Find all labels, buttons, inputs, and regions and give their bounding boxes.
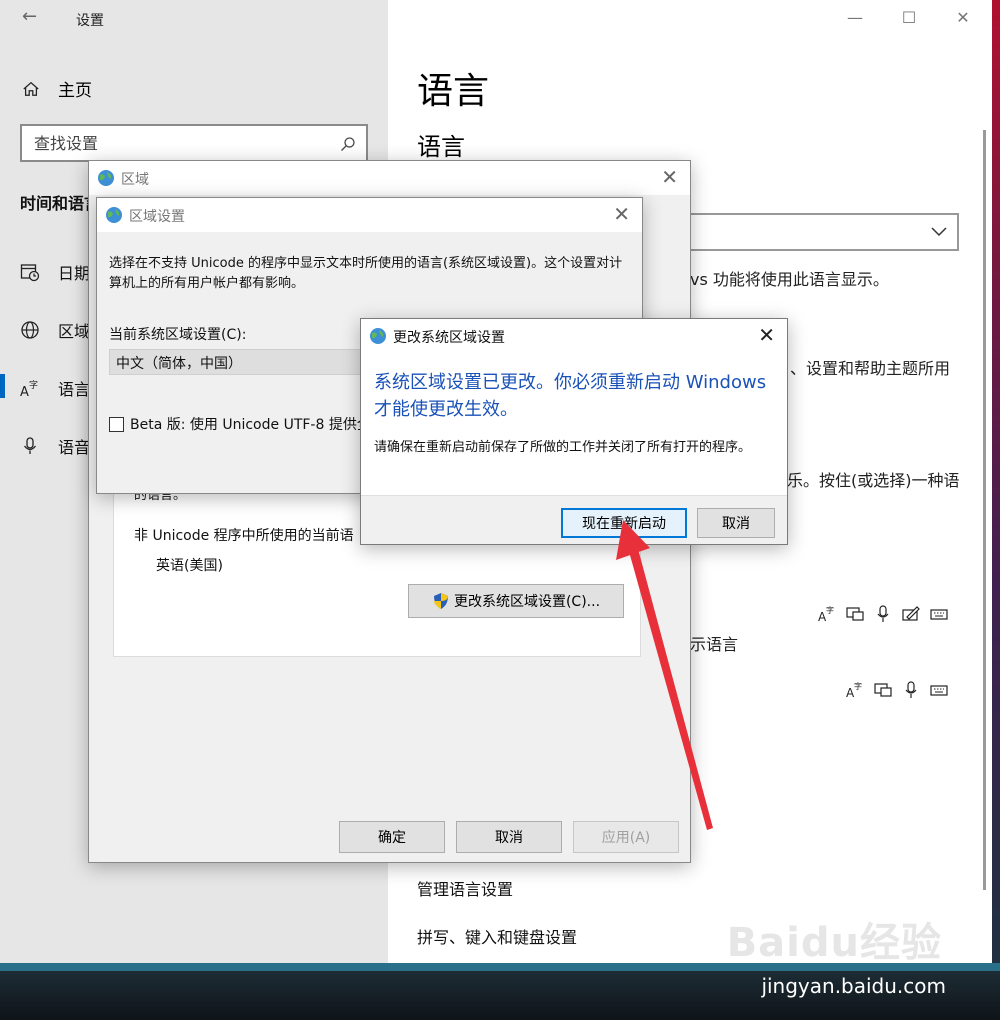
- selection-indicator: [0, 374, 5, 398]
- close-icon[interactable]: ✕: [661, 165, 678, 189]
- text-fragment: vs 功能将使用此语言显示。: [690, 270, 889, 289]
- handwriting-icon: [902, 606, 920, 621]
- calendar-clock-icon: [20, 264, 40, 282]
- close-icon[interactable]: ✕: [952, 8, 974, 27]
- baidu-logo: Baidu经验: [726, 920, 942, 966]
- link-spelling-typing[interactable]: 拼写、键入和键盘设置: [417, 924, 577, 948]
- dialog-titlebar: 区域 ✕: [89, 161, 690, 195]
- nav-item-region[interactable]: 区域: [20, 318, 90, 342]
- language-features: A字: [818, 605, 948, 623]
- beta-utf8-label: Beta 版: 使用 Unicode UTF-8 提供全: [130, 417, 371, 433]
- globe-icon: [21, 321, 39, 339]
- change-locale-button[interactable]: 更改系统区域设置(C)...: [408, 584, 624, 618]
- restart-message: 系统区域设置已更改。你必须重新启动 Windows 才能使更改生效。: [374, 372, 767, 420]
- language-features: A字: [846, 681, 948, 699]
- text-to-speech-icon: [874, 683, 892, 697]
- window-title: 设置: [76, 13, 104, 29]
- dialog-description: 选择在不支持 Unicode 的程序中显示文本时所使用的语言(系统区域设置)。这…: [109, 256, 623, 291]
- maximize-icon[interactable]: ☐: [898, 8, 920, 27]
- search-box[interactable]: [20, 124, 368, 162]
- chevron-down-icon: [931, 227, 947, 237]
- close-icon[interactable]: ✕: [613, 202, 630, 226]
- language-icon: A字: [20, 379, 38, 398]
- dialog-footer: 现在重新启动 取消: [361, 495, 787, 544]
- globe-icon: [106, 207, 122, 223]
- checkbox-box[interactable]: [109, 416, 124, 432]
- change-locale-label: 更改系统区域设置(C)...: [453, 594, 601, 610]
- nav-item-date[interactable]: 日期: [20, 260, 90, 284]
- dialog-titlebar: 更改系统区域设置 ✕: [361, 319, 787, 353]
- text-fragment: 示语言: [690, 635, 739, 654]
- link-manage-language[interactable]: 管理语言设置: [417, 876, 513, 900]
- back-arrow-icon[interactable]: ←: [22, 6, 37, 27]
- close-icon[interactable]: ✕: [758, 323, 775, 347]
- search-icon[interactable]: [340, 136, 356, 152]
- dialog-titlebar: 区域设置 ✕: [97, 198, 642, 232]
- svg-text:字: 字: [854, 681, 862, 691]
- svg-text:字: 字: [29, 379, 38, 391]
- scrollbar-thumb[interactable]: [983, 130, 986, 890]
- microphone-icon: [905, 681, 917, 698]
- restart-now-button[interactable]: 现在重新启动: [561, 508, 687, 538]
- dialog-body: 系统区域设置已更改。你必须重新启动 Windows 才能使更改生效。 请确保在重…: [361, 353, 787, 495]
- section-title: 语言: [417, 133, 465, 161]
- window-controls: — ☐ ✕: [844, 8, 974, 27]
- scrollbar[interactable]: [983, 120, 988, 960]
- display-language-icon: A字: [846, 681, 862, 699]
- microphone-icon: [23, 437, 37, 454]
- display-language-icon: A字: [818, 605, 834, 623]
- keyboard-icon: [930, 685, 948, 696]
- nav-home-label: 主页: [58, 81, 92, 101]
- apply-button[interactable]: 应用(A): [573, 821, 679, 853]
- nav-item-speech[interactable]: 语音: [20, 434, 90, 458]
- microphone-icon: [877, 605, 889, 622]
- search-input[interactable]: [34, 132, 324, 154]
- home-icon: [23, 81, 39, 96]
- watermark-url: jingyan.baidu.com: [761, 974, 946, 998]
- shield-icon: [433, 593, 448, 609]
- beta-utf8-checkbox[interactable]: Beta 版: 使用 Unicode UTF-8 提供全: [109, 414, 371, 434]
- cancel-button[interactable]: 取消: [456, 821, 562, 853]
- watermark: Baidu经验 jingyan.baidu.com: [726, 910, 946, 998]
- nav-item-label: 语音: [58, 438, 91, 457]
- svg-text:A: A: [20, 385, 29, 398]
- globe-icon: [98, 170, 114, 186]
- current-locale-label: 当前系统区域设置(C):: [109, 327, 247, 343]
- cancel-button[interactable]: 取消: [697, 508, 775, 538]
- minimize-icon[interactable]: —: [844, 8, 866, 27]
- current-locale-select[interactable]: 中文（简体，中国）: [109, 349, 379, 375]
- globe-icon: [370, 328, 386, 344]
- nav-item-label: 日期: [58, 264, 91, 283]
- keyboard-icon: [930, 609, 948, 620]
- dialog-title: 区域: [121, 172, 149, 188]
- change-locale-dialog: 更改系统区域设置 ✕ 系统区域设置已更改。你必须重新启动 Windows 才能使…: [360, 318, 788, 545]
- ok-button[interactable]: 确定: [339, 821, 445, 853]
- nav-home[interactable]: 主页: [22, 76, 92, 101]
- text-to-speech-icon: [846, 607, 864, 621]
- restart-note: 请确保在重新启动前保存了所做的工作并关闭了所有打开的程序。: [374, 440, 752, 455]
- page-title: 语言: [417, 71, 490, 112]
- display-language-dropdown[interactable]: [660, 213, 959, 251]
- nav-item-language[interactable]: A字 语言: [20, 376, 90, 400]
- svg-text:字: 字: [826, 605, 834, 615]
- dialog-title: 区域设置: [129, 209, 185, 225]
- nav-item-label: 语言: [58, 380, 91, 399]
- non-unicode-label: 非 Unicode 程序中所使用的当前语: [134, 528, 354, 544]
- text-fragment: 、设置和帮助主题所用: [790, 359, 951, 378]
- text-fragment: 乐。按住(或选择)一种语: [787, 471, 960, 490]
- non-unicode-value: 英语(美国): [156, 558, 223, 574]
- dialog-title: 更改系统区域设置: [393, 330, 505, 346]
- nav-item-label: 区域: [58, 322, 91, 341]
